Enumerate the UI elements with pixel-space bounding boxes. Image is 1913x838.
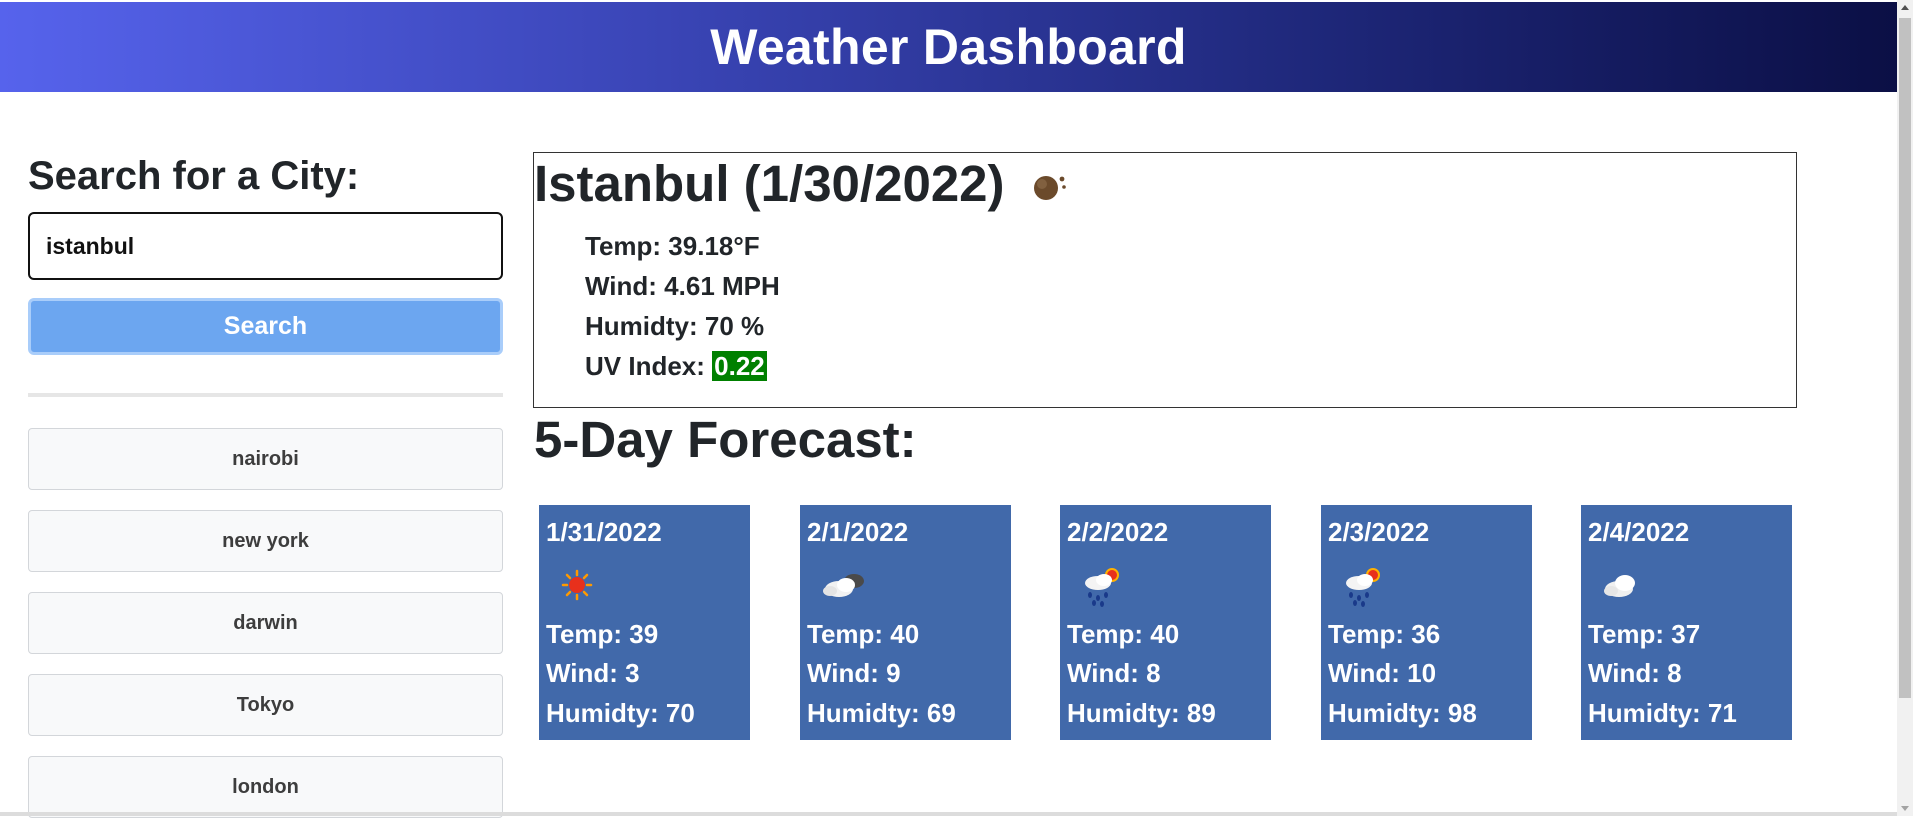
moon-clouds-icon xyxy=(1034,176,1066,200)
sidebar-divider xyxy=(28,393,503,397)
forecast-card: 2/1/2022 Temp: 40 Wind: 9 Humidty: 69 xyxy=(800,505,1011,740)
vertical-scrollbar[interactable] xyxy=(1897,0,1913,816)
uv-label: UV Index: xyxy=(585,351,705,381)
forecast-temp: Temp: 40 xyxy=(1067,619,1180,649)
forecast-heading: 5-Day Forecast: xyxy=(534,411,917,468)
cloud-icon xyxy=(1604,575,1635,597)
current-uv: UV Index: 0.22 xyxy=(585,351,767,382)
history-city-button[interactable]: new york xyxy=(28,510,503,572)
forecast-date: 2/1/2022 xyxy=(807,517,909,547)
forecast-date: 2/3/2022 xyxy=(1328,517,1430,547)
forecast-wind: Wind: 3 xyxy=(546,658,640,688)
horizontal-scrollbar[interactable] xyxy=(0,812,1897,816)
search-history: nairobi new york darwin Tokyo london xyxy=(28,428,503,818)
forecast-temp: Temp: 39 xyxy=(546,619,659,649)
sun-icon xyxy=(561,569,593,601)
scrollbar-thumb[interactable] xyxy=(1899,18,1911,698)
forecast-humidity: Humidty: 69 xyxy=(807,698,956,728)
forecast-temp: Temp: 37 xyxy=(1588,619,1701,649)
sun-rain-icon xyxy=(1085,568,1119,607)
scroll-down-icon[interactable] xyxy=(1901,806,1909,811)
forecast-wind: Wind: 8 xyxy=(1588,658,1682,688)
current-wind: Wind: 4.61 MPH xyxy=(585,271,780,301)
forecast-temp: Temp: 36 xyxy=(1328,619,1441,649)
forecast-wind: Wind: 10 xyxy=(1328,658,1437,688)
current-temp: Temp: 39.18°F xyxy=(585,231,760,261)
history-city-button[interactable]: london xyxy=(28,756,503,818)
forecast-humidity: Humidty: 89 xyxy=(1067,698,1216,728)
forecast-card: 2/2/2022 Temp: 40 Wind: 8 Humidty: 89 xyxy=(1060,505,1271,740)
history-city-button[interactable]: nairobi xyxy=(28,428,503,490)
city-search-input[interactable] xyxy=(28,212,503,280)
forecast-card: 2/3/2022 Temp: 36 Wind: 10 Humidty: 98 xyxy=(1321,505,1532,740)
forecast-date: 1/31/2022 xyxy=(546,517,662,547)
current-humidity: Humidty: 70 % xyxy=(585,311,765,341)
sun-rain-icon xyxy=(1346,568,1380,607)
forecast-temp: Temp: 40 xyxy=(807,619,920,649)
history-city-button[interactable]: darwin xyxy=(28,592,503,654)
forecast-date: 2/2/2022 xyxy=(1067,517,1169,547)
forecast-card: 2/4/2022 Temp: 37 Wind: 8 Humidty: 71 xyxy=(1581,505,1792,740)
current-weather-panel: Istanbul (1/30/2022) Temp: 39.18°F Wind:… xyxy=(533,152,1797,408)
history-city-button[interactable]: Tokyo xyxy=(28,674,503,736)
forecast-date: 2/4/2022 xyxy=(1588,517,1690,547)
forecast-card: 1/31/2022 Temp: 39 Wind: 3 Humidty: 70 xyxy=(539,505,750,740)
forecast-humidity: Humidty: 70 xyxy=(546,698,695,728)
uv-index-badge: 0.22 xyxy=(712,351,767,381)
forecast-humidity: Humidty: 71 xyxy=(1588,698,1737,728)
app-header: Weather Dashboard xyxy=(0,2,1897,92)
search-sidebar: Search for a City: Search nairobi new yo… xyxy=(28,150,503,838)
forecast-wind: Wind: 8 xyxy=(1067,658,1161,688)
scroll-up-icon[interactable] xyxy=(1901,5,1909,10)
search-heading: Search for a City: xyxy=(28,154,360,198)
forecast-cards: 1/31/2022 Temp: 39 Wind: 3 Humidty: 70 2… xyxy=(539,505,1809,740)
current-city-title: Istanbul (1/30/2022) xyxy=(534,155,1005,212)
forecast-wind: Wind: 9 xyxy=(807,658,901,688)
page-title: Weather Dashboard xyxy=(710,19,1187,75)
search-button[interactable]: Search xyxy=(28,298,503,355)
forecast-humidity: Humidty: 98 xyxy=(1328,698,1477,728)
dark-clouds-icon xyxy=(823,574,864,597)
